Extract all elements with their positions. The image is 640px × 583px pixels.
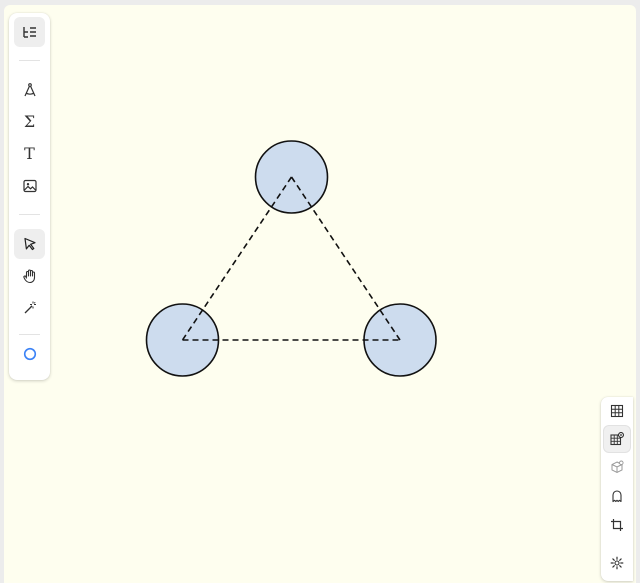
magic-wand-button[interactable]: [14, 293, 45, 323]
crop-icon: [611, 519, 623, 531]
hand-icon: [22, 269, 35, 284]
compass-icon: [23, 83, 36, 97]
pointer-icon: [23, 237, 36, 251]
grid-icon: [610, 404, 624, 418]
outline-button[interactable]: [14, 17, 45, 47]
grid-snap-button[interactable]: [604, 426, 630, 452]
outline-list-icon: [22, 27, 36, 38]
image-icon: [22, 179, 37, 193]
right-toolbar: [601, 397, 633, 581]
geometry-drawing[interactable]: [4, 5, 636, 583]
settings-button[interactable]: [604, 550, 630, 576]
toolbar-divider: [19, 60, 40, 61]
grid-button[interactable]: [604, 398, 630, 424]
3d-view-button[interactable]: [604, 454, 630, 480]
ghost-icon: [612, 490, 622, 503]
text-button[interactable]: T: [14, 139, 45, 169]
magic-wand-icon: [24, 301, 36, 314]
image-button[interactable]: [14, 171, 45, 201]
cube-icon: [611, 460, 624, 474]
select-button[interactable]: [14, 229, 45, 259]
sigma-icon: Σ: [23, 112, 36, 131]
gear-icon: [610, 556, 624, 570]
text-icon: T: [24, 144, 35, 163]
drawing-canvas[interactable]: [4, 5, 636, 583]
compass-button[interactable]: [14, 75, 45, 105]
toolbar-divider: [19, 334, 40, 335]
pan-button[interactable]: [14, 261, 45, 291]
crop-button[interactable]: [604, 512, 630, 538]
shape-button[interactable]: [14, 339, 45, 369]
left-toolbar: Σ T: [9, 13, 50, 380]
grid-snap-icon: [610, 432, 624, 446]
toolbar-divider: [19, 214, 40, 215]
formula-button[interactable]: Σ: [14, 107, 45, 137]
ghost-button[interactable]: [604, 483, 630, 509]
circle-icon: [23, 347, 36, 361]
